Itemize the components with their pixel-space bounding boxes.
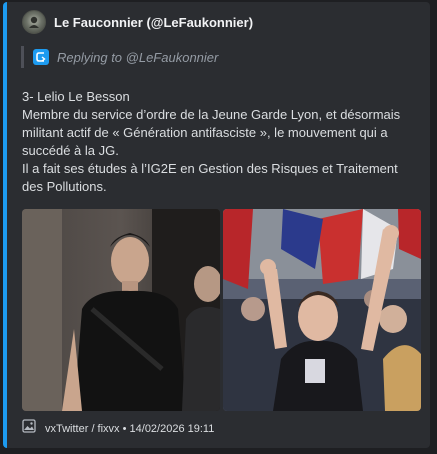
tweet-embed: Le Fauconnier (@LeFaukonnier) Replying t… xyxy=(3,2,430,448)
reply-text[interactable]: Replying to @LeFaukonnier xyxy=(57,50,218,65)
image-icon xyxy=(22,419,36,438)
author-row[interactable]: Le Fauconnier (@LeFaukonnier) xyxy=(22,10,253,34)
reply-context[interactable]: Replying to @LeFaukonnier xyxy=(21,46,218,68)
photo-left[interactable] xyxy=(22,209,220,411)
tweet-description: 3- Lelio Le Besson Membre du service d’o… xyxy=(22,88,417,196)
reply-icon xyxy=(33,49,49,65)
protest-photo xyxy=(223,209,421,411)
embed-footer: vxTwitter / fixvx • 14/02/2026 19:11 xyxy=(22,419,214,438)
photo-right[interactable] xyxy=(223,209,421,411)
avatar-icon[interactable] xyxy=(22,10,46,34)
young-man-photo xyxy=(22,209,220,411)
footer-text: vxTwitter / fixvx • 14/02/2026 19:11 xyxy=(45,422,215,435)
author-name[interactable]: Le Fauconnier (@LeFaukonnier) xyxy=(54,15,253,30)
description-line: Il a fait ses études à l’IG2E en Gestion… xyxy=(22,161,398,194)
description-line: Membre du service d’ordre de la Jeune Ga… xyxy=(22,107,401,158)
media-gallery xyxy=(22,209,421,411)
description-line: 3- Lelio Le Besson xyxy=(22,89,130,104)
